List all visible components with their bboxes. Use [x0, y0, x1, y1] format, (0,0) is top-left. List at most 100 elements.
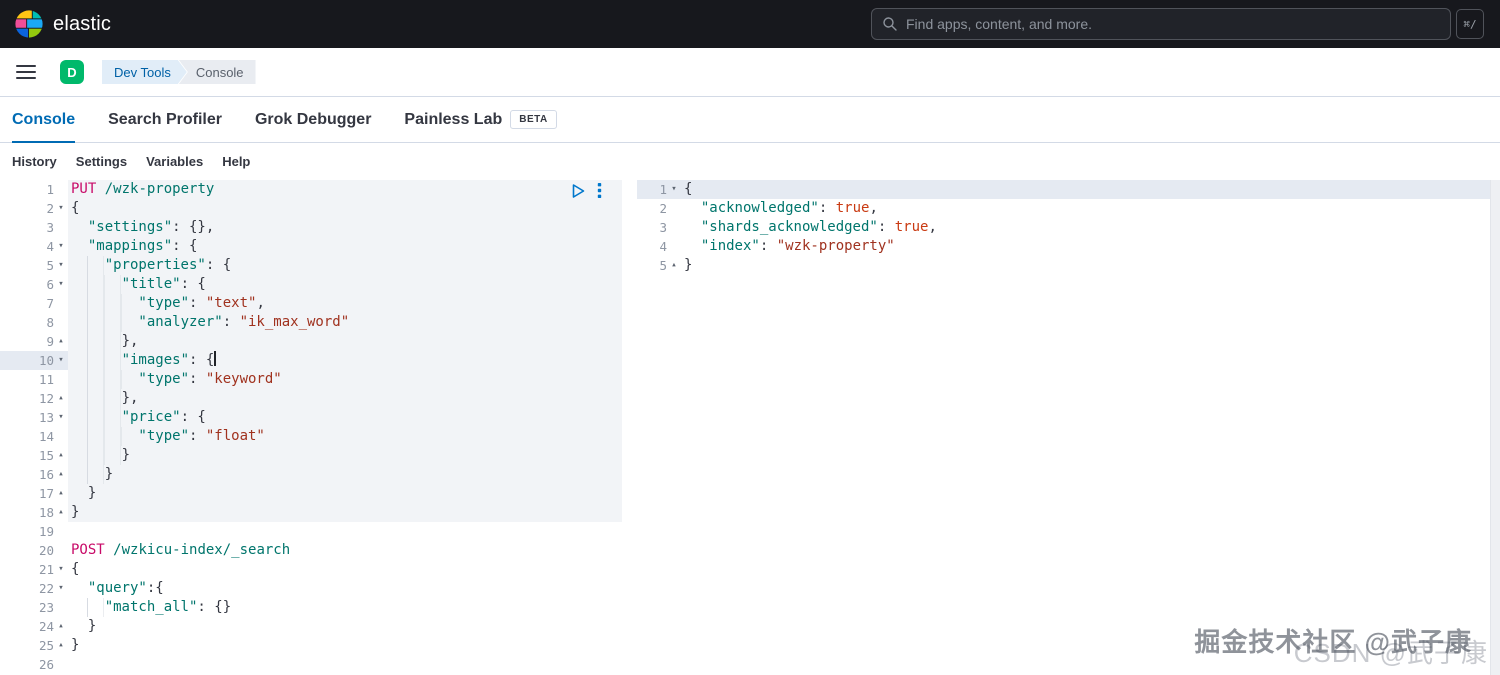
- code-line[interactable]: 21▾{: [0, 560, 622, 579]
- code-line[interactable]: 14"type": "float": [0, 427, 622, 446]
- tab-painless-lab[interactable]: Painless Lab BETA: [404, 97, 556, 142]
- code-line[interactable]: 4▾"mappings": {: [0, 237, 622, 256]
- code-line[interactable]: 16▴}: [0, 465, 622, 484]
- scrollbar-track[interactable]: [1490, 180, 1500, 675]
- fold-open-icon[interactable]: ▾: [54, 579, 68, 598]
- code-line[interactable]: 15▴}: [0, 446, 622, 465]
- code-line[interactable]: 25▴}: [0, 636, 622, 655]
- code-token: }: [684, 257, 692, 273]
- code-text: "type": "keyword": [68, 370, 622, 389]
- code-line[interactable]: 4"index": "wzk-property": [637, 237, 1490, 256]
- fold-close-icon[interactable]: ▴: [54, 636, 68, 655]
- code-text: {: [68, 560, 622, 579]
- fold-close-icon[interactable]: ▴: [54, 446, 68, 465]
- code-line[interactable]: 12▴},: [0, 389, 622, 408]
- menu-settings[interactable]: Settings: [76, 154, 127, 169]
- fold-open-icon[interactable]: ▾: [54, 256, 68, 275]
- code-line[interactable]: 1PUT /wzk-property: [0, 180, 622, 199]
- indent-guide: [71, 579, 87, 598]
- indent-guide: [684, 199, 700, 218]
- indent-guide: [71, 484, 87, 503]
- code-line[interactable]: 5▾"properties": {: [0, 256, 622, 275]
- code-text: "mappings": {: [68, 237, 622, 256]
- code-text: [68, 655, 622, 674]
- global-search-area: ⌘/: [871, 8, 1484, 40]
- fold-spacer: [667, 218, 681, 237]
- code-token: PUT: [71, 181, 96, 197]
- code-line[interactable]: 13▾"price": {: [0, 408, 622, 427]
- request-editor[interactable]: 1PUT /wzk-property2▾{3"settings": {},4▾"…: [0, 180, 622, 675]
- code-line[interactable]: 22▾"query":{: [0, 579, 622, 598]
- request-options-button[interactable]: [597, 182, 602, 199]
- code-token: :: [189, 295, 206, 311]
- space-avatar[interactable]: D: [60, 60, 84, 84]
- code-text: "properties": {: [68, 256, 622, 275]
- code-token: POST: [71, 542, 105, 558]
- fold-close-icon[interactable]: ▴: [54, 503, 68, 522]
- code-line[interactable]: 2▾{: [0, 199, 622, 218]
- code-line[interactable]: 10▾"images": {: [0, 351, 622, 370]
- indent-guide: [71, 351, 121, 370]
- fold-open-icon[interactable]: ▾: [54, 408, 68, 427]
- fold-close-icon[interactable]: ▴: [54, 484, 68, 503]
- code-text: },: [68, 332, 622, 351]
- code-line[interactable]: 7"type": "text",: [0, 294, 622, 313]
- fold-spacer: [54, 598, 68, 617]
- code-token: : {: [206, 257, 231, 273]
- menu-toggle-button[interactable]: [16, 60, 40, 84]
- fold-close-icon[interactable]: ▴: [54, 389, 68, 408]
- code-line[interactable]: 1▾{: [637, 180, 1490, 199]
- code-token: },: [122, 333, 139, 349]
- fold-close-icon[interactable]: ▴: [54, 332, 68, 351]
- fold-open-icon[interactable]: ▾: [667, 180, 681, 199]
- code-text: PUT /wzk-property: [68, 180, 622, 199]
- send-request-button[interactable]: [571, 183, 586, 199]
- fold-open-icon[interactable]: ▾: [54, 237, 68, 256]
- code-token: :: [189, 428, 206, 444]
- indent-guide: [71, 313, 137, 332]
- code-line[interactable]: 6▾"title": {: [0, 275, 622, 294]
- fold-spacer: [54, 180, 68, 199]
- fold-close-icon[interactable]: ▴: [667, 256, 681, 275]
- kebab-menu-icon: [597, 182, 602, 199]
- tab-search-profiler[interactable]: Search Profiler: [108, 97, 222, 142]
- console-menu: History Settings Variables Help: [0, 143, 1500, 180]
- line-number: 7: [0, 294, 54, 313]
- code-line[interactable]: 3"shards_acknowledged": true,: [637, 218, 1490, 237]
- code-token: /wzk-property: [105, 181, 215, 197]
- indent-guide: [684, 218, 700, 237]
- indent-guide: [71, 598, 104, 617]
- menu-history[interactable]: History: [12, 154, 57, 169]
- response-editor[interactable]: 1▾{2"acknowledged": true,3"shards_acknow…: [637, 180, 1490, 675]
- global-search-box[interactable]: [871, 8, 1451, 40]
- code-token: :{: [147, 580, 164, 596]
- elastic-home-link[interactable]: elastic: [14, 9, 111, 39]
- code-line[interactable]: 5▴}: [637, 256, 1490, 275]
- breadcrumb-dev-tools[interactable]: Dev Tools: [102, 60, 187, 84]
- search-input[interactable]: [906, 16, 1440, 32]
- code-line[interactable]: 23"match_all": {}: [0, 598, 622, 617]
- code-token: }: [105, 466, 113, 482]
- fold-open-icon[interactable]: ▾: [54, 275, 68, 294]
- fold-open-icon[interactable]: ▾: [54, 351, 68, 370]
- menu-variables[interactable]: Variables: [146, 154, 203, 169]
- menu-help[interactable]: Help: [222, 154, 250, 169]
- code-line[interactable]: 20POST /wzkicu-index/_search: [0, 541, 622, 560]
- tab-console[interactable]: Console: [12, 97, 75, 142]
- code-line[interactable]: 2"acknowledged": true,: [637, 199, 1490, 218]
- fold-open-icon[interactable]: ▾: [54, 199, 68, 218]
- code-line[interactable]: 11"type": "keyword": [0, 370, 622, 389]
- code-line[interactable]: 18▴}: [0, 503, 622, 522]
- fold-close-icon[interactable]: ▴: [54, 465, 68, 484]
- fold-close-icon[interactable]: ▴: [54, 617, 68, 636]
- fold-spacer: [54, 313, 68, 332]
- code-line[interactable]: 17▴}: [0, 484, 622, 503]
- fold-open-icon[interactable]: ▾: [54, 560, 68, 579]
- code-line[interactable]: 9▴},: [0, 332, 622, 351]
- code-line[interactable]: 3"settings": {},: [0, 218, 622, 237]
- code-line[interactable]: 26: [0, 655, 622, 674]
- code-line[interactable]: 8"analyzer": "ik_max_word": [0, 313, 622, 332]
- code-line[interactable]: 19: [0, 522, 622, 541]
- code-line[interactable]: 24▴}: [0, 617, 622, 636]
- tab-grok-debugger[interactable]: Grok Debugger: [255, 97, 371, 142]
